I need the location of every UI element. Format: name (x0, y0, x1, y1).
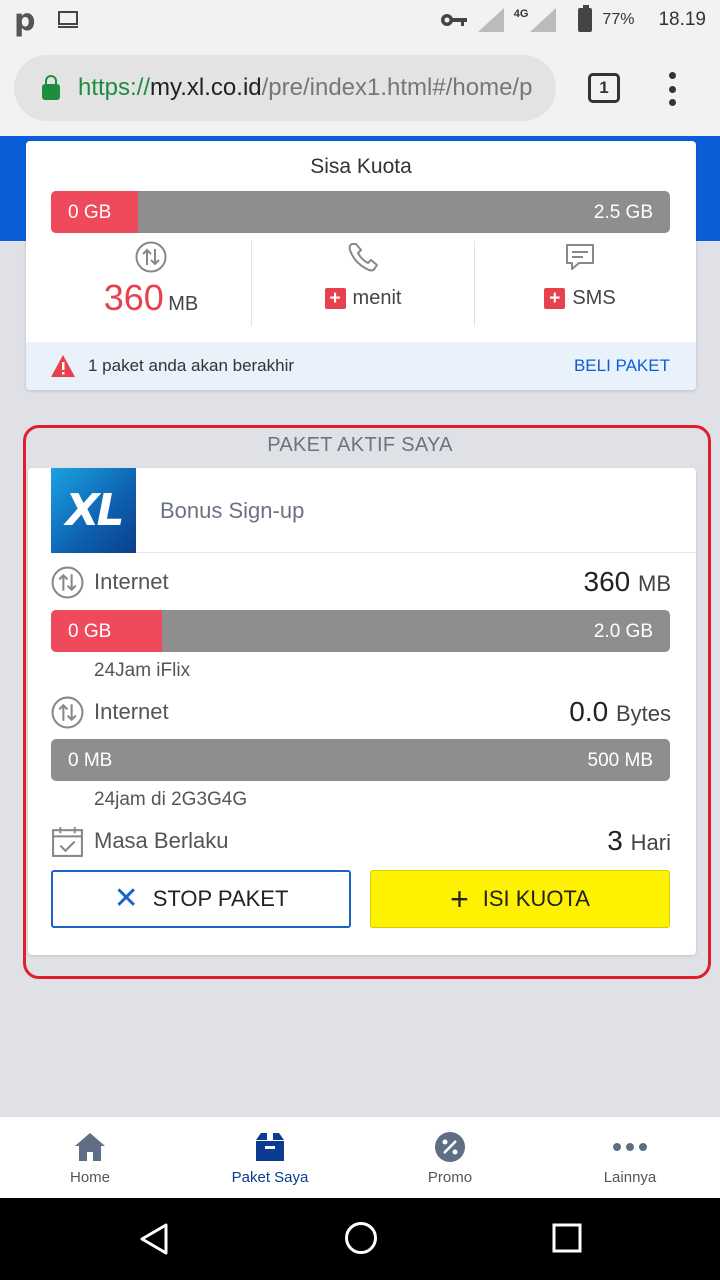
bar-min: 0 GB (68, 621, 112, 642)
item-label: Internet (94, 569, 169, 594)
browser-menu-icon[interactable] (664, 72, 680, 106)
data-transfer-icon (135, 241, 167, 273)
data-transfer-icon (51, 696, 84, 728)
quota-progress-bar: 0 GB 2.5 GB (51, 191, 670, 233)
url-host: my.xl.co.id (150, 74, 262, 101)
package-icon (256, 1133, 284, 1161)
battery-icon (578, 5, 593, 32)
tab-switcher-button[interactable]: 1 (588, 73, 620, 103)
bar-min: 0 MB (68, 750, 113, 771)
separator (136, 552, 696, 553)
item-progress-bar: 0 MB 500 MB (51, 739, 670, 781)
alert-message: 1 paket anda akan berakhir (88, 356, 295, 375)
nav-lainnya[interactable]: Lainnya (540, 1117, 720, 1198)
item-progress-bar: 0 GB 2.0 GB (51, 610, 670, 652)
browser-toolbar: https:// my.xl.co.id /pre/index1.html#/h… (0, 40, 720, 136)
promo-icon (435, 1132, 465, 1162)
data-transfer-icon (51, 566, 84, 598)
clock: 18.19 (658, 9, 706, 30)
app-notification-icon: p (14, 2, 36, 38)
bar-max: 500 MB (587, 750, 653, 771)
calendar-icon (52, 826, 83, 857)
bar-max: 2.0 GB (593, 621, 653, 642)
voice-label: menit (352, 287, 402, 309)
validity-unit: Hari (630, 830, 671, 855)
item-label: Internet (94, 699, 169, 724)
nav-label: Promo (427, 1169, 473, 1186)
beli-paket-link[interactable]: BELI PAKET (574, 356, 670, 376)
sms-label: SMS (572, 287, 616, 309)
sisa-kuota-title: Sisa Kuota (310, 155, 412, 178)
phone-icon (348, 243, 378, 272)
xl-logo: XL (51, 468, 136, 553)
validity-value: 3 (607, 825, 623, 856)
plus-icon: + (450, 881, 469, 917)
nav-paket-saya[interactable]: Paket Saya (180, 1117, 360, 1198)
address-bar[interactable]: https:// my.xl.co.id /pre/index1.html#/h… (14, 55, 556, 121)
close-icon: ✕ (113, 882, 139, 915)
home-icon (75, 1133, 105, 1161)
nav-label: Lainnya (603, 1169, 657, 1186)
add-sms-icon: + (544, 288, 566, 309)
internet-row: Internet 0.0 Bytes (51, 695, 671, 729)
back-icon[interactable] (138, 1222, 170, 1256)
url-path: /pre/index1.html#/home/p (261, 74, 533, 101)
add-voice-icon: + (324, 288, 346, 309)
network-type: 4G (513, 8, 529, 20)
wifi-signal-icon (477, 8, 504, 32)
validity-label: Masa Berlaku (94, 828, 229, 853)
item-description: 24Jam iFlix (94, 660, 191, 681)
status-bar: p 4G 77% 18.19 (0, 0, 720, 40)
stop-paket-button[interactable]: ✕ STOP PAKET (51, 870, 351, 928)
item-unit: MB (638, 571, 671, 596)
message-icon (566, 244, 594, 270)
quota-bar-max: 2.5 GB (593, 202, 653, 223)
bottom-navigation: Home Paket Saya Promo Lainnya (0, 1116, 720, 1198)
stop-paket-label: STOP PAKET (152, 886, 289, 911)
quota-bar-min: 0 GB (68, 202, 112, 223)
lock-icon (42, 75, 60, 100)
screen-notification-icon (58, 11, 79, 28)
item-unit: Bytes (615, 701, 671, 726)
paket-aktif-title: PAKET AKTIF SAYA (267, 434, 453, 456)
nav-label: Paket Saya (231, 1169, 309, 1186)
isi-kuota-button[interactable]: + ISI KUOTA (370, 870, 670, 928)
key-icon (440, 14, 467, 26)
sms-quota-column[interactable]: + SMS (475, 241, 685, 326)
voice-quota-column[interactable]: + menit (252, 241, 474, 326)
internet-row: Internet 360 MB (51, 565, 671, 599)
active-package-card: XL Bonus Sign-up Internet 360 MB 0 GB 2.… (28, 468, 696, 955)
item-value: 360 (583, 566, 631, 597)
item-description: 24jam di 2G3G4G (94, 789, 248, 810)
battery-percent: 77% (602, 11, 635, 28)
validity-row: Masa Berlaku 3 Hari (51, 824, 671, 858)
data-quota-column: 360 MB (51, 241, 251, 326)
nav-home[interactable]: Home (0, 1117, 180, 1198)
package-name: Bonus Sign-up (160, 498, 305, 523)
url-scheme: https:// (78, 74, 151, 101)
isi-kuota-label: ISI KUOTA (482, 886, 590, 911)
sisa-kuota-card: Sisa Kuota 0 GB 2.5 GB 360 MB + menit + … (26, 141, 696, 390)
recents-icon[interactable] (552, 1223, 582, 1253)
cell-signal-icon (530, 8, 557, 32)
data-remaining-value: 360 (103, 277, 164, 318)
system-navigation-bar (0, 1198, 720, 1280)
expiry-alert-bar: 1 paket anda akan berakhir BELI PAKET (26, 342, 696, 390)
item-value: 0.0 (569, 696, 609, 727)
warning-icon (51, 355, 75, 377)
data-remaining-unit: MB (168, 293, 199, 315)
home-button-icon[interactable] (343, 1220, 379, 1256)
nav-label: Home (69, 1169, 110, 1186)
more-icon (613, 1143, 647, 1151)
nav-promo[interactable]: Promo (360, 1117, 540, 1198)
